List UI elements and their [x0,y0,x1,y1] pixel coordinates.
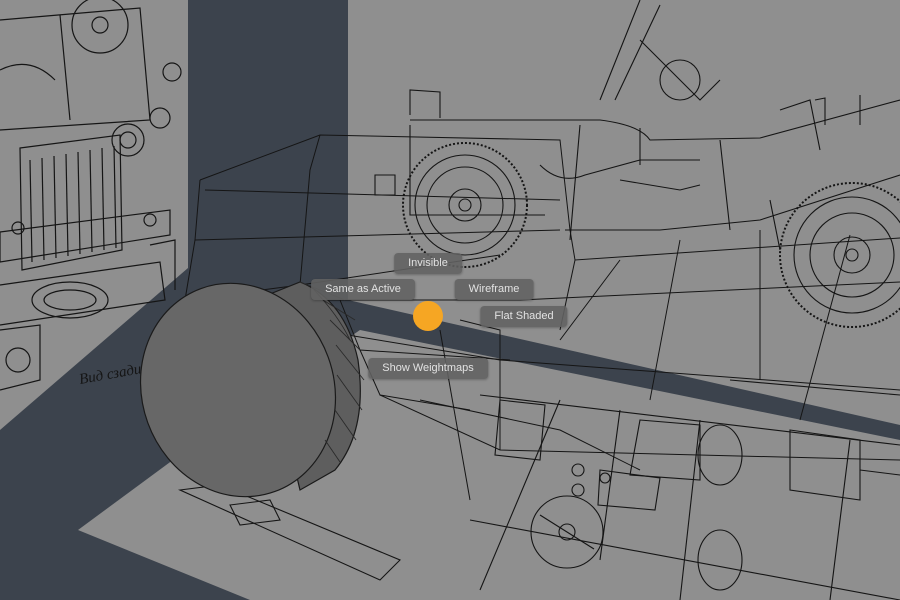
same-as-active-button[interactable]: Same as Active [311,279,415,300]
invisible-button[interactable]: Invisible [394,253,462,274]
flat-shaded-button[interactable]: Flat Shaded [480,306,568,327]
wireframe-button[interactable]: Wireframe [454,279,534,300]
show-weightmaps-button[interactable]: Show Weightmaps [368,358,488,379]
pie-center-indicator[interactable] [413,301,443,331]
3d-viewport[interactable]: Вид сзади [0,0,900,600]
